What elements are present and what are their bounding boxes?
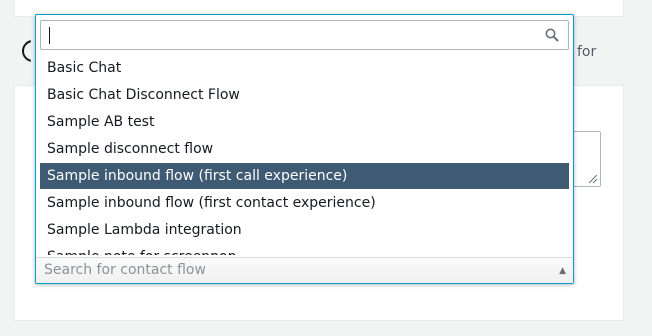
option-basic-chat[interactable]: Basic Chat bbox=[40, 55, 569, 81]
text-caret bbox=[49, 27, 50, 44]
description-textarea[interactable] bbox=[570, 131, 601, 187]
options-list[interactable]: Basic Chat Basic Chat Disconnect Flow Sa… bbox=[36, 55, 573, 255]
dropdown-footer[interactable]: Search for contact flow ▲ bbox=[36, 257, 573, 283]
triangle-up-icon[interactable]: ▲ bbox=[559, 266, 566, 276]
contact-flow-dropdown[interactable]: Basic Chat Basic Chat Disconnect Flow Sa… bbox=[35, 14, 574, 284]
option-sample-inbound-flow-first-contact[interactable]: Sample inbound flow (first contact exper… bbox=[40, 190, 569, 216]
option-sample-inbound-flow-first-call[interactable]: Sample inbound flow (first call experien… bbox=[40, 163, 569, 189]
dropdown-search-input[interactable] bbox=[41, 21, 568, 49]
contact-flow-select-placeholder[interactable]: Search for contact flow bbox=[44, 262, 206, 278]
option-sample-lambda-integration[interactable]: Sample Lambda integration bbox=[40, 217, 569, 243]
option-sample-note-for-screenpop[interactable]: Sample note for screenpop bbox=[40, 244, 569, 255]
option-sample-disconnect-flow[interactable]: Sample disconnect flow bbox=[40, 136, 569, 162]
search-icon bbox=[545, 28, 559, 42]
partial-label: for bbox=[577, 44, 597, 60]
resize-grip-icon[interactable] bbox=[588, 174, 598, 184]
dropdown-search-box[interactable] bbox=[40, 20, 569, 50]
option-sample-ab-test[interactable]: Sample AB test bbox=[40, 109, 569, 135]
option-basic-chat-disconnect-flow[interactable]: Basic Chat Disconnect Flow bbox=[40, 82, 569, 108]
